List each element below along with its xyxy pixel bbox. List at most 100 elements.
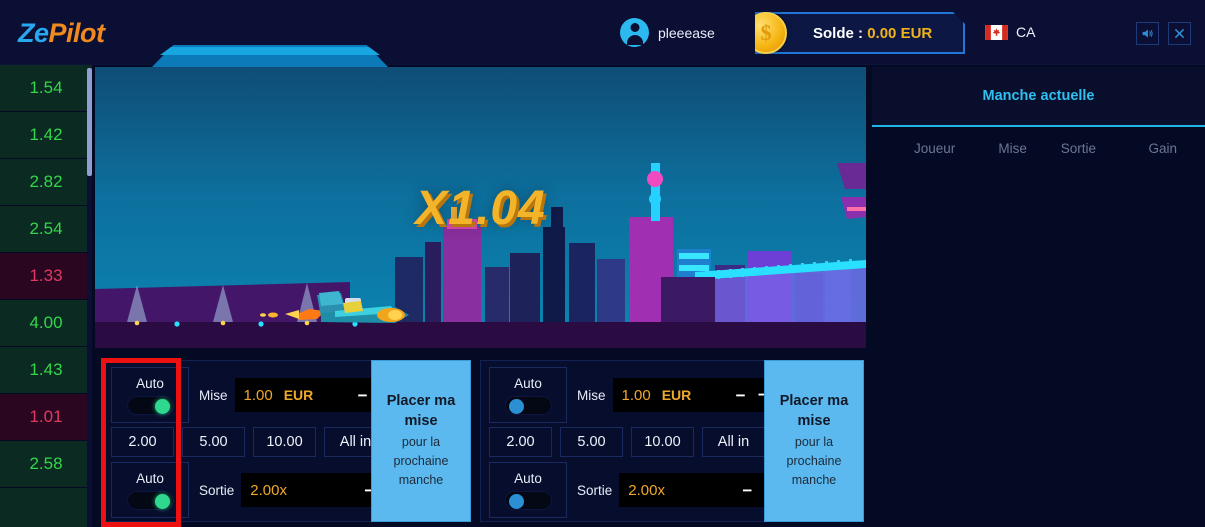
history-scrollbar-thumb[interactable] [87, 68, 92, 176]
game-canvas: X1.04 [95, 67, 866, 348]
toggle-track[interactable] [504, 395, 552, 415]
cashout-label: Sortie [199, 482, 235, 498]
bet-minus-button[interactable]: − [736, 387, 746, 404]
auto-label: Auto [514, 470, 542, 486]
history-item[interactable]: 1.42 [0, 112, 92, 159]
sound-toggle-button[interactable] [1136, 22, 1159, 45]
history-item[interactable]: 1.54 [0, 65, 92, 112]
quick-amount-button[interactable]: 10.00 [253, 427, 316, 457]
cashout-field-right: Sortie2.00x−＋ [577, 473, 790, 507]
bet-value: 1.00 [243, 386, 273, 404]
place-bet-button-right[interactable]: Placer ma mise pour la prochaine manche [764, 360, 864, 522]
bet-row-top: AutoMise1.00EUR−＋ [111, 367, 405, 423]
bet-currency: EUR [661, 387, 692, 403]
locale-label: CA [1016, 24, 1036, 40]
tab-manche-actuelle[interactable]: Manche actuelle [982, 88, 1094, 104]
place-bet-sub-label: pour la prochaine manche [786, 435, 842, 487]
place-bet-sub-label: pour la prochaine manche [393, 435, 449, 487]
user-avatar-icon [620, 18, 649, 47]
balance-widget[interactable]: $ Solde : 0.00 EUR [755, 12, 965, 54]
history-item[interactable]: 1.01 [0, 394, 92, 441]
logo-text-pilot: Pilot [48, 18, 106, 48]
balance-amount: 0.00 [867, 24, 897, 42]
toggle-knob [508, 398, 524, 414]
brand-logo[interactable]: ZePilot [18, 18, 105, 49]
auto_cashout-auto-toggle-left[interactable]: Auto [111, 462, 189, 518]
panel-column-mise: Mise [998, 140, 1027, 156]
close-button[interactable] [1168, 22, 1191, 45]
username-label: pleeease [658, 24, 715, 41]
panel-column-sortie: Sortie [1060, 140, 1097, 156]
quick-amount-row: 2.00 5.00 10.00 All in [489, 427, 765, 457]
header-buttons [1136, 22, 1191, 45]
speaker-icon [1142, 29, 1153, 38]
bet-row-top: AutoMise1.00EUR−＋ [489, 367, 783, 423]
bet-value: 1.00 [621, 386, 651, 404]
history-item[interactable]: 2.82 [0, 159, 92, 206]
panel-column-joueur: Joueur [914, 140, 956, 156]
toggle-track[interactable] [126, 395, 174, 415]
quick-amount-button[interactable]: 2.00 [111, 427, 174, 457]
bet-input[interactable]: 1.00EUR−＋ [612, 378, 783, 412]
cashout-label: Sortie [577, 482, 613, 498]
panel-column-gain: Gain [1148, 140, 1177, 156]
game-tab-highlight [160, 47, 380, 55]
bet-currency: EUR [283, 387, 314, 403]
bet-row-bottom: AutoSortie2.00x−＋ [489, 462, 790, 518]
game-window: ZePilot pleeease $ Solde : 0.00 EUR CA 1… [0, 0, 1205, 527]
bet-row-bottom: AutoSortie2.00x−＋ [111, 462, 412, 518]
gold-coin-icon: $ [745, 12, 787, 54]
cashout-value: 2.00x [628, 481, 665, 499]
coin-symbol: $ [760, 20, 772, 45]
auto_bet-auto-toggle-left[interactable]: Auto [111, 367, 189, 423]
history-item[interactable]: 1.43 [0, 347, 92, 394]
app-header: ZePilot pleeease $ Solde : 0.00 EUR CA [0, 0, 1205, 67]
panel-rows-container [872, 169, 1205, 525]
balance-label: Solde : [813, 24, 864, 42]
place-bet-main-label: Placer ma mise [779, 393, 849, 429]
bet-controls-area: AutoMise1.00EUR−＋2.005.0010.00All inAuto… [95, 355, 866, 527]
close-icon [1175, 29, 1184, 38]
bet-label: Mise [199, 387, 228, 403]
balance-currency: EUR [900, 24, 933, 42]
bet-label: Mise [577, 387, 606, 403]
canada-flag-icon [985, 24, 1008, 40]
history-item[interactable]: 1.33 [0, 253, 92, 300]
auto-label: Auto [136, 375, 164, 391]
quick-amount-button[interactable]: 5.00 [182, 427, 245, 457]
toggle-knob [154, 398, 170, 414]
bet-minus-button[interactable]: − [358, 387, 368, 404]
history-item[interactable]: 2.54 [0, 206, 92, 253]
panel-column-headers: Joueur Mise Sortie Gain [872, 127, 1205, 169]
toggle-track[interactable] [504, 490, 552, 510]
panel-tabbar: Manche actuelle [872, 67, 1205, 127]
history-item[interactable] [0, 488, 92, 527]
history-item[interactable]: 2.58 [0, 441, 92, 488]
quick-amount-button[interactable]: All in [702, 427, 765, 457]
quick-amount-row: 2.00 5.00 10.00 All in [111, 427, 387, 457]
toggle-knob [154, 493, 170, 509]
place-bet-main-label: Placer ma mise [386, 393, 456, 429]
bet-field-right: Mise1.00EUR−＋ [577, 378, 783, 412]
cashout-value: 2.00x [250, 481, 287, 499]
multiplier-history-sidebar[interactable]: 1.54 1.42 2.82 2.54 1.33 4.00 1.43 1.01 2.58 [0, 65, 92, 527]
logo-text-ze: Ze [18, 18, 49, 48]
cashout-minus-button[interactable]: − [742, 482, 752, 499]
place-bet-button-left[interactable]: Placer ma mise pour la prochaine manche [371, 360, 471, 522]
quick-amount-button[interactable]: 2.00 [489, 427, 552, 457]
current-multiplier: X1.04 [415, 182, 546, 235]
locale-selector[interactable]: CA [985, 24, 1035, 40]
quick-amount-button[interactable]: 5.00 [560, 427, 623, 457]
auto-label: Auto [136, 470, 164, 486]
round-info-panel: Manche actuelle Joueur Mise Sortie Gain [872, 67, 1205, 527]
toggle-track[interactable] [126, 490, 174, 510]
toggle-knob [508, 493, 524, 509]
balance-text: Solde : 0.00 EUR [813, 25, 932, 42]
user-info[interactable]: pleeease [620, 18, 715, 47]
history-item[interactable]: 4.00 [0, 300, 92, 347]
quick-amount-button[interactable]: 10.00 [631, 427, 694, 457]
auto_bet-auto-toggle-right[interactable]: Auto [489, 367, 567, 423]
balance-box: $ Solde : 0.00 EUR [755, 12, 965, 54]
auto-label: Auto [514, 375, 542, 391]
auto_cashout-auto-toggle-right[interactable]: Auto [489, 462, 567, 518]
